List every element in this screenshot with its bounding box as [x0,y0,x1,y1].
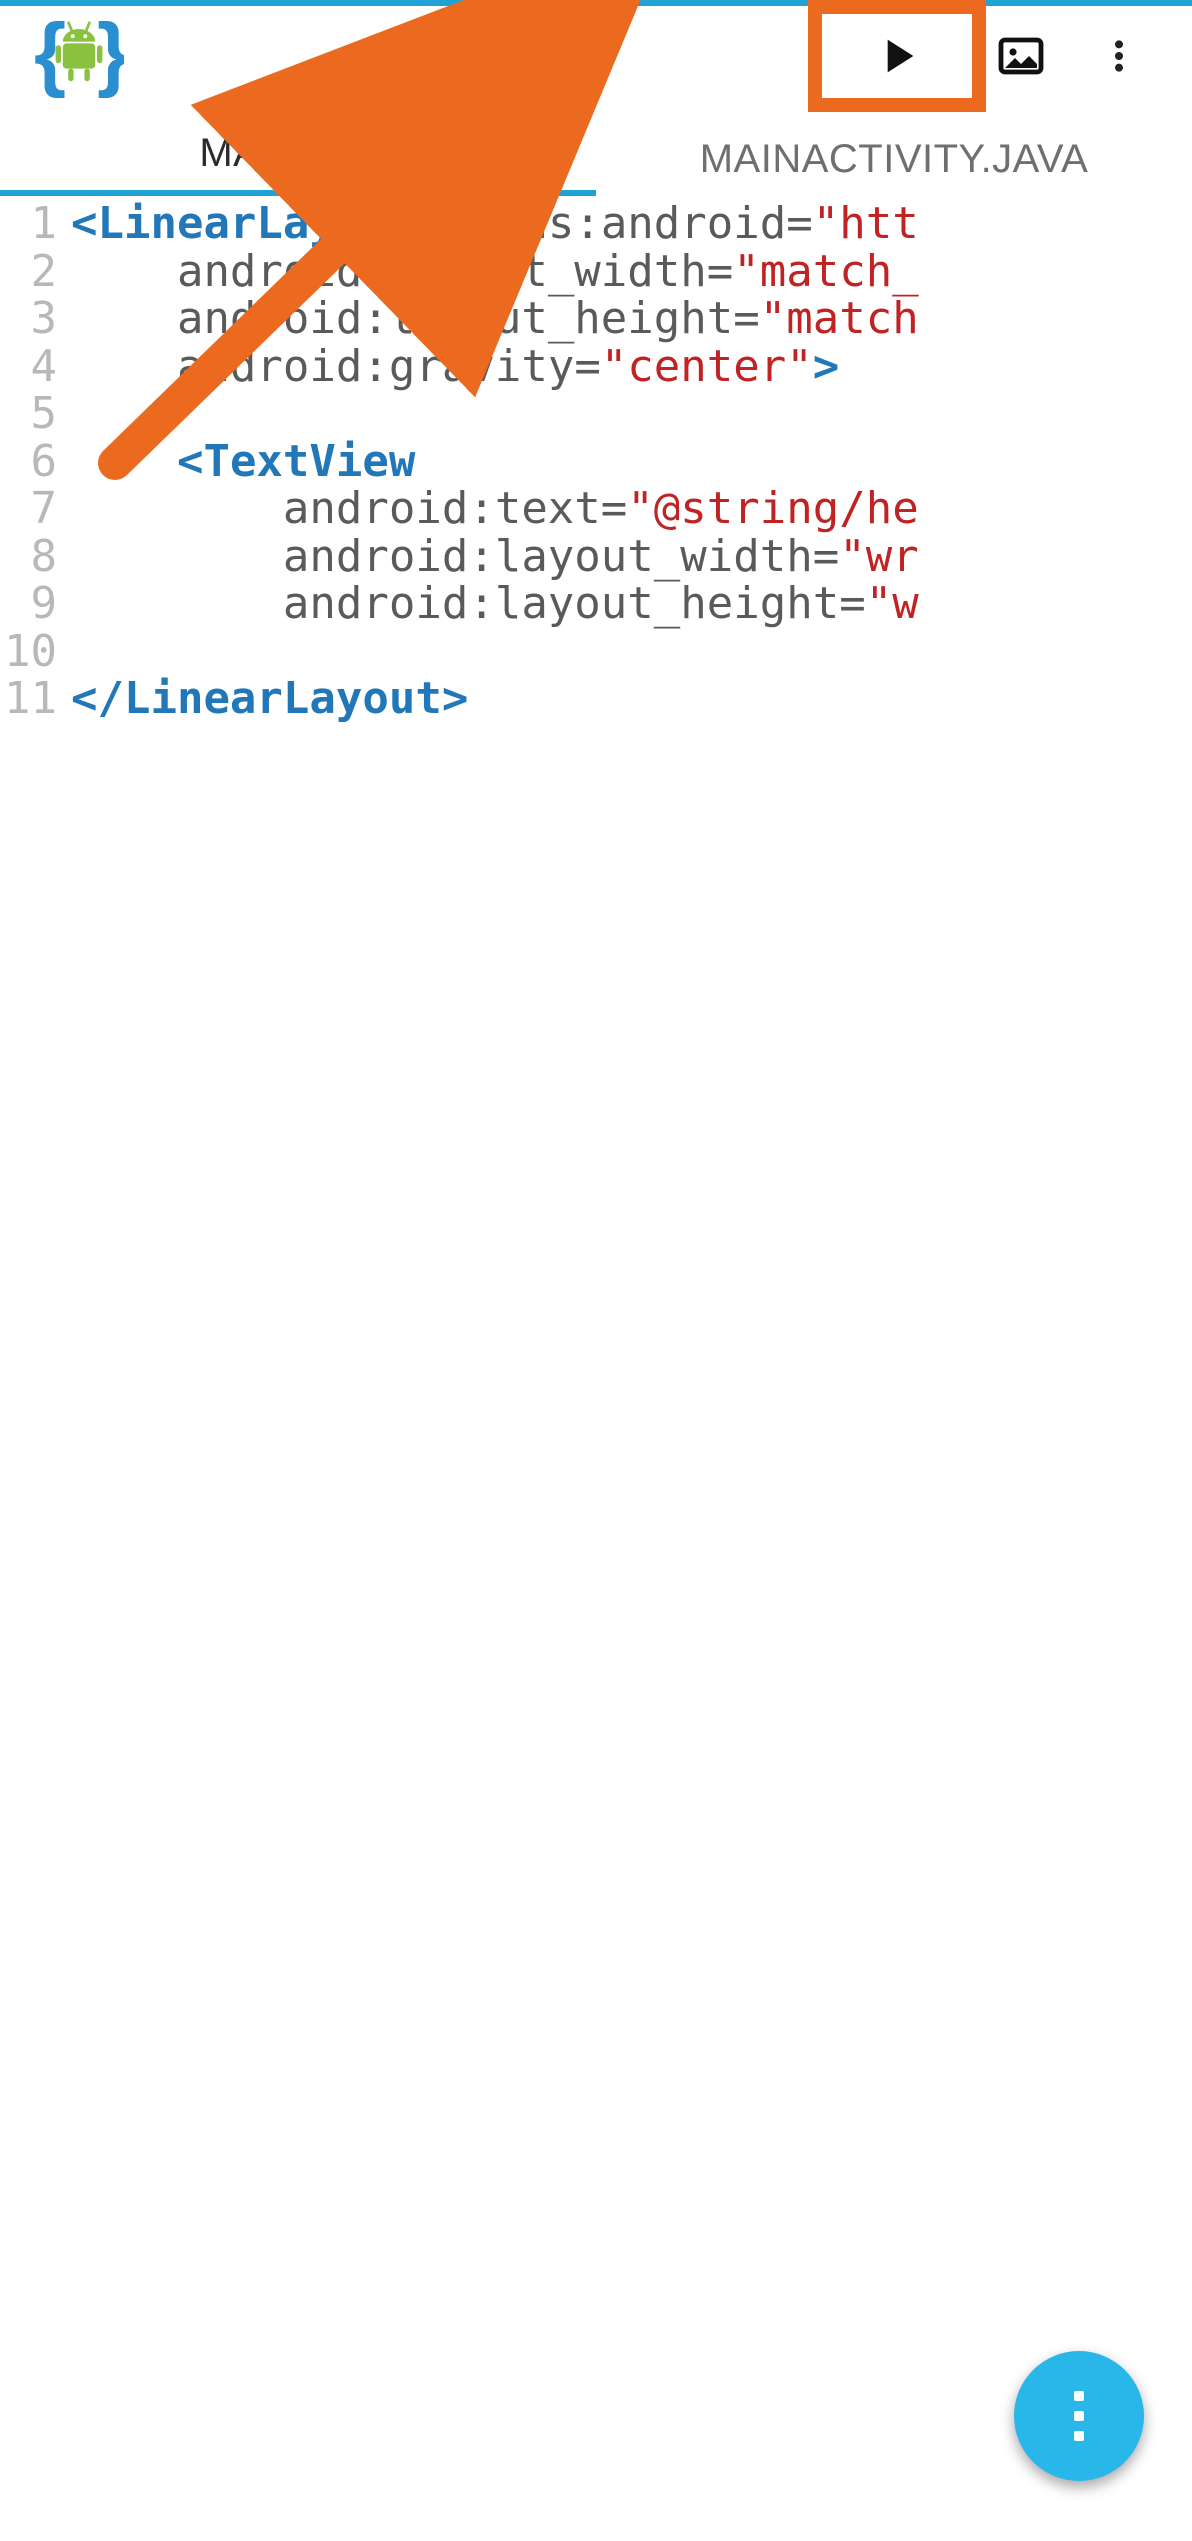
run-button[interactable] [822,6,972,106]
line-number: 10 [4,628,57,676]
code-line[interactable]: <TextView [71,438,1192,486]
line-number-gutter: 1234567891011 [0,200,71,723]
tab-main-xml[interactable]: MAIN.XML [0,122,596,196]
fab-more-button[interactable] [1014,2351,1144,2481]
design-preview-button[interactable] [986,21,1056,91]
code-line[interactable] [71,390,1192,438]
code-line[interactable]: android:gravity="center"> [71,343,1192,391]
line-number: 11 [4,675,57,723]
code-line[interactable]: android:layout_height="w [71,580,1192,628]
code-editor[interactable]: 1234567891011 <LinearLayout xmlns:androi… [0,196,1192,723]
tab-label: MAINACTIVITY.JAVA [700,137,1089,181]
more-vert-icon [1074,2391,1084,2441]
line-number: 3 [4,295,57,343]
code-line[interactable]: android:text="@string/he [71,485,1192,533]
line-number: 8 [4,533,57,581]
code-content[interactable]: <LinearLayout xmlns:android="htt android… [71,200,1192,723]
line-number: 5 [4,390,57,438]
code-line[interactable] [71,628,1192,676]
line-number: 2 [4,248,57,296]
line-number: 6 [4,438,57,486]
line-number: 1 [4,200,57,248]
overflow-menu-button[interactable] [1084,21,1154,91]
line-number: 7 [4,485,57,533]
code-line[interactable]: android:layout_height="match [71,295,1192,343]
line-number: 4 [4,343,57,391]
code-line[interactable]: <LinearLayout xmlns:android="htt [71,200,1192,248]
file-tabs: MAIN.XML MAINACTIVITY.JAVA [0,106,1192,196]
svg-text:{: { [34,11,66,99]
line-number: 9 [4,580,57,628]
code-line[interactable]: android:layout_width="wr [71,533,1192,581]
tab-label: MAIN.XML [199,131,396,175]
app-bar: { } [0,6,1192,106]
tab-mainactivity-java[interactable]: MAINACTIVITY.JAVA [596,128,1192,196]
app-logo[interactable]: { } [34,11,124,101]
code-line[interactable]: </LinearLayout> [71,675,1192,723]
code-line[interactable]: android:layout_width="match_ [71,248,1192,296]
